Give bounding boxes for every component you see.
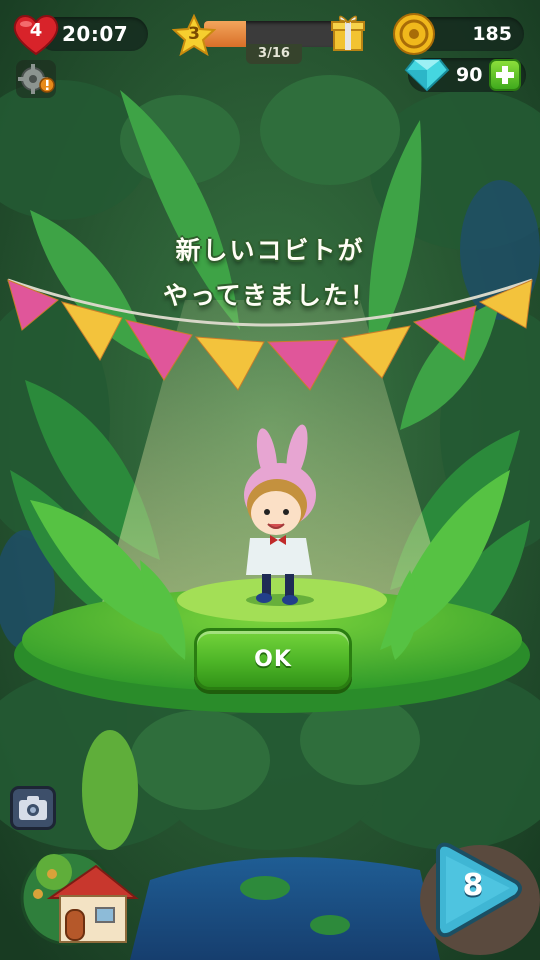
coin-icon <box>392 12 436 56</box>
camera-button[interactable] <box>10 786 56 830</box>
jungle-scene <box>0 0 540 960</box>
alert-icon <box>39 77 55 93</box>
ok-button-label: OK <box>254 646 292 672</box>
gem-count: 90 <box>456 64 483 86</box>
camera-icon <box>19 796 47 820</box>
new-kobito-message: 新しいコビトが やってきました！ <box>0 228 540 318</box>
house-button[interactable] <box>20 836 142 954</box>
plus-icon <box>496 66 514 84</box>
add-gems-button[interactable] <box>489 59 521 91</box>
lives-timer: 20:07 <box>62 22 129 46</box>
star-icon: 3 <box>171 13 217 57</box>
ok-button[interactable]: OK <box>194 628 352 690</box>
level-number: 3 <box>188 24 200 44</box>
gift-icon[interactable] <box>330 12 366 52</box>
message-line-1: 新しいコビトが <box>175 236 365 265</box>
moves-button[interactable]: 8 <box>430 840 526 940</box>
gem-icon <box>404 56 450 92</box>
message-line-2: やってきました！ <box>162 281 377 310</box>
lives-count: 4 <box>29 20 43 41</box>
settings-button[interactable] <box>16 60 56 98</box>
coin-count: 185 <box>472 23 512 45</box>
moves-count: 8 <box>462 868 484 903</box>
level-progress-label: 3/16 <box>246 44 302 64</box>
heart-icon: 4 <box>12 12 60 56</box>
house-icon <box>20 850 139 946</box>
